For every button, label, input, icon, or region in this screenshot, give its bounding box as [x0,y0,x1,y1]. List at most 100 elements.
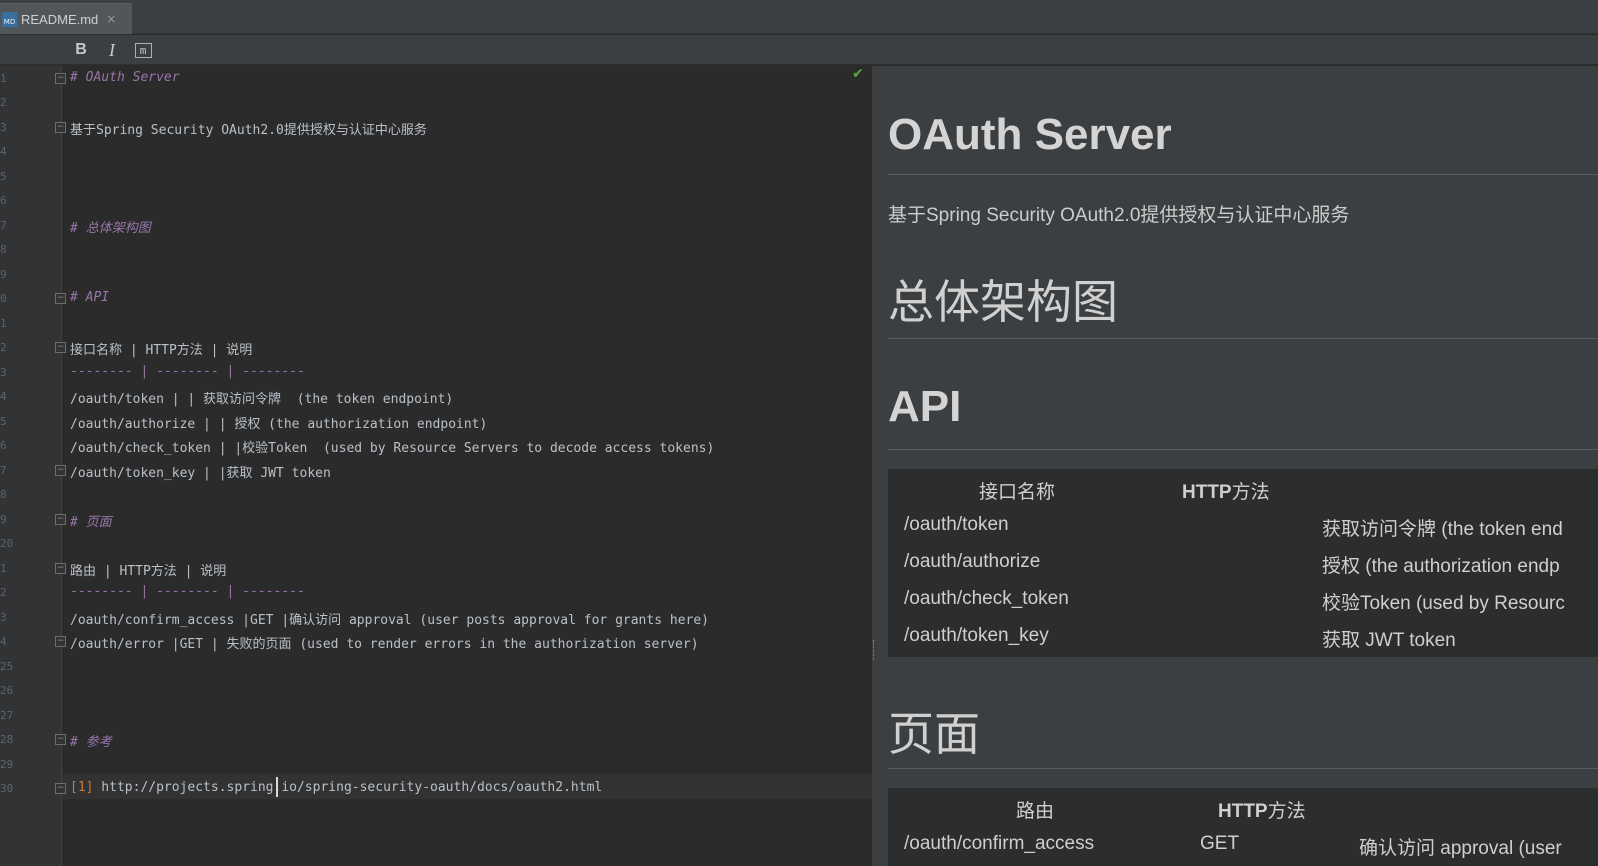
line-number: 0 [0,292,7,305]
italic-button[interactable]: I [102,39,122,61]
code-line-17: /oauth/token_key | |获取 JWT token [70,466,331,481]
fold-icon[interactable]: − [55,73,66,84]
code-line-30: [1] http://projects.spring.io/spring-sec… [70,780,602,795]
fold-icon[interactable]: − [55,514,66,525]
line-number: 3 [0,121,7,134]
code-line-15: /oauth/authorize | | 授权 (the authorizati… [70,417,488,432]
line-number: 6 [0,439,7,452]
line-number: 3 [0,366,7,379]
preview-title: OAuth Server [888,110,1172,159]
line-number: 7 [0,464,7,477]
preview-heading-architecture: 总体架构图 [888,275,1118,329]
fold-icon[interactable]: − [55,783,66,794]
line-number: 1 [0,72,7,85]
tab-readme[interactable]: MD README.md × [0,3,132,34]
table-header: 接口名称 [979,482,1056,503]
line-number: 2 [0,341,7,354]
line-number: 9 [0,268,7,281]
monospace-icon: m [134,42,152,58]
monospace-button[interactable]: m [133,39,153,61]
line-number: 26 [0,684,14,697]
code-line-23: /oauth/confirm_access |GET |确认访问 approva… [70,613,709,628]
line-number: 2 [0,96,7,109]
editor-tab-bar: MD README.md × [0,0,1598,34]
reference-number: [1] [70,780,94,795]
close-icon[interactable]: × [106,12,116,26]
line-number: 28 [0,733,14,746]
line-number: 6 [0,194,7,207]
fold-icon[interactable]: − [55,465,66,476]
code-line-13: -------- | -------- | -------- [70,364,305,379]
code-line-3: 基于Spring Security OAuth2.0提供授权与认证中心服务 [70,123,427,138]
table-cell: 授权 (the authorization endp [1322,556,1560,577]
line-number: 4 [0,635,7,648]
fold-icon[interactable]: − [55,734,66,745]
markdown-toolbar: B I m [0,35,1598,65]
bold-button[interactable]: B [71,39,91,61]
fold-icon[interactable]: − [55,293,66,304]
line-number: 4 [0,145,7,158]
line-number: 25 [0,660,14,673]
line-gutter: 1 2 3 4 5 6 7 8 9 0 1 2 3 4 5 6 7 8 9 20… [0,66,62,866]
code-line-16: /oauth/check_token | |校验Token (used by R… [70,441,715,456]
line-number: 8 [0,488,7,501]
line-number: 30 [0,782,14,795]
line-number: 1 [0,317,7,330]
preview-heading-api: API [888,382,962,431]
code-line-1: # OAuth Server [70,70,180,85]
heading-divider [888,174,1598,175]
code-line-21: 路由 | HTTP方法 | 说明 [70,564,227,579]
api-table: 接口名称 HTTP方法 /oauth/token 获取访问令牌 (the tok… [888,469,1598,657]
code-line-7: # 总体架构图 [70,221,151,236]
table-cell: 确认访问 approval (user [1359,838,1562,859]
line-number: 8 [0,243,7,256]
table-cell: /oauth/authorize [904,551,1041,572]
table-cell: 获取 JWT token [1322,630,1456,651]
line-number: 4 [0,390,7,403]
line-number: 3 [0,611,7,624]
preview-heading-pages: 页面 [888,707,980,761]
table-header: HTTP方法 [1218,801,1306,822]
line-number: 27 [0,709,14,722]
line-number: 9 [0,513,7,526]
reference-url: http://projects.spring.io/spring-securit… [93,780,603,795]
line-number: 29 [0,758,14,771]
fold-icon[interactable]: − [55,122,66,133]
line-number: 20 [0,537,14,550]
code-line-22: -------- | -------- | -------- [70,584,305,599]
markdown-preview: OAuth Server 基于Spring Security OAuth2.0提… [876,66,1598,866]
table-header: HTTP方法 [1182,482,1270,503]
table-cell: GET [1200,833,1240,854]
code-line-12: 接口名称 | HTTP方法 | 说明 [70,343,253,358]
fold-icon[interactable]: − [55,342,66,353]
code-line-19: # 页面 [70,515,112,530]
table-header: 路由 [1016,801,1055,822]
preview-intro: 基于Spring Security OAuth2.0提供授权与认证中心服务 [888,205,1350,226]
heading-divider [888,768,1598,769]
line-number: 5 [0,415,7,428]
heading-divider [888,338,1598,339]
code-line-10: # API [70,290,110,305]
check-icon: ✔ [852,66,864,82]
table-cell: /oauth/check_token [904,588,1069,609]
fold-icon[interactable]: − [55,563,66,574]
table-cell: /oauth/token_key [904,625,1049,646]
text-caret [276,777,278,797]
code-line-14: /oauth/token | | 获取访问令牌 (the token endpo… [70,392,454,407]
line-number: 2 [0,586,7,599]
line-number: 7 [0,219,7,232]
table-cell: 校验Token (used by Resourc [1322,593,1565,614]
markdown-file-icon: MD [2,11,17,27]
line-number: 1 [0,562,7,575]
fold-icon[interactable]: − [55,636,66,647]
code-editor[interactable]: 1 2 3 4 5 6 7 8 9 0 1 2 3 4 5 6 7 8 9 20… [0,66,872,866]
table-cell: /oauth/confirm_access [904,833,1095,854]
code-line-28: # 参考 [70,735,112,750]
pages-table: 路由 HTTP方法 /oauth/confirm_access GET 确认访问… [888,788,1598,866]
table-cell: 获取访问令牌 (the token end [1322,519,1563,540]
code-line-24: /oauth/error |GET | 失败的页面 (used to rende… [70,637,699,652]
tab-label: README.md [21,11,99,27]
line-number: 5 [0,170,7,183]
table-cell: /oauth/token [904,514,1009,535]
heading-divider [888,449,1598,450]
